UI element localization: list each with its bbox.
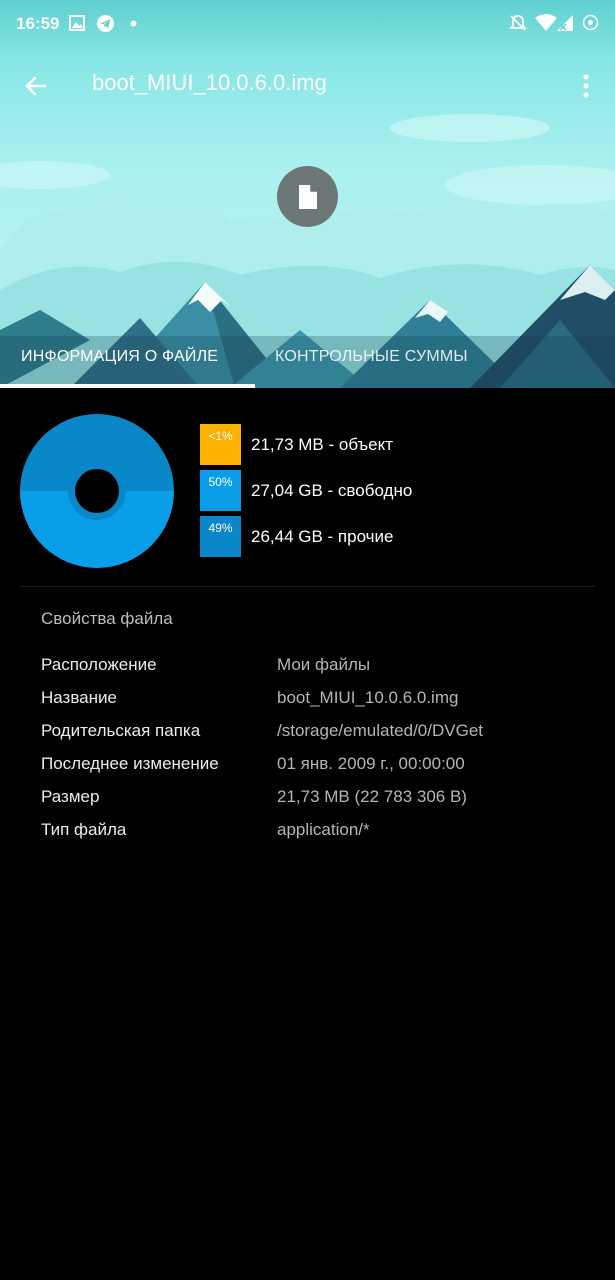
- legend-swatch: 49%: [200, 516, 241, 557]
- property-row-name: Название boot_MIUI_10.0.6.0.img: [41, 688, 601, 712]
- donut-hole: [75, 469, 119, 513]
- wifi-icon: [535, 14, 557, 31]
- header: 16:59 boot_MIUI_10.0.6.0.img ИНФОРМАЦИЯ …: [0, 0, 615, 388]
- legend-swatch: <1%: [200, 424, 241, 465]
- file-type-badge: [277, 166, 338, 227]
- signal-icon: [557, 15, 573, 31]
- legend-item-object: <1% 21,73 MB - объект: [200, 424, 393, 465]
- mute-icon: [509, 15, 527, 31]
- page-title: boot_MIUI_10.0.6.0.img: [92, 70, 327, 95]
- legend-swatch: 50%: [200, 470, 241, 511]
- property-row-modified: Последнее изменение 01 янв. 2009 г., 00:…: [41, 754, 601, 778]
- dot-icon: [130, 20, 137, 27]
- battery-icon: [582, 14, 599, 31]
- property-row-size: Размер 21,73 MB (22 783 306 B): [41, 787, 601, 811]
- properties-section-title: Свойства файла: [41, 609, 173, 628]
- gallery-icon: [69, 15, 85, 31]
- file-icon: [298, 182, 319, 209]
- tab-indicator: [0, 384, 255, 388]
- property-value: Мои файлы: [277, 655, 371, 674]
- tab-file-info[interactable]: ИНФОРМАЦИЯ О ФАЙЛЕ: [21, 348, 218, 366]
- legend-label: 27,04 GB - свободно: [251, 480, 413, 500]
- property-key: Название: [41, 688, 117, 707]
- property-row-location: Расположение Мои файлы: [41, 655, 601, 679]
- property-key: Родительская папка: [41, 721, 201, 740]
- legend-label: 21,73 MB - объект: [251, 434, 393, 454]
- legend-item-free: 50% 27,04 GB - свободно: [200, 470, 412, 511]
- property-value: /storage/emulated/0/DVGet: [277, 721, 484, 740]
- property-key: Расположение: [41, 655, 157, 674]
- more-options-icon[interactable]: [576, 72, 596, 100]
- property-value: 21,73 MB (22 783 306 B): [277, 787, 467, 806]
- property-row-parent-folder: Родительская папка /storage/emulated/0/D…: [41, 721, 601, 745]
- status-bar: 16:59: [0, 0, 615, 50]
- property-row-file-type: Тип файла application/*: [41, 820, 601, 844]
- property-key: Тип файла: [41, 820, 127, 839]
- property-value: boot_MIUI_10.0.6.0.img: [277, 688, 459, 707]
- tab-bar: ИНФОРМАЦИЯ О ФАЙЛЕ КОНТРОЛЬНЫЕ СУММЫ: [0, 336, 615, 388]
- property-key: Размер: [41, 787, 100, 806]
- property-value: application/*: [277, 820, 370, 839]
- divider: [20, 586, 595, 587]
- tab-checksums[interactable]: КОНТРОЛЬНЫЕ СУММЫ: [275, 348, 468, 366]
- back-arrow-icon[interactable]: [20, 70, 52, 102]
- legend-item-other: 49% 26,44 GB - прочие: [200, 516, 393, 557]
- storage-donut-chart: [20, 414, 174, 568]
- property-key: Последнее изменение: [41, 754, 219, 773]
- status-time: 16:59: [16, 14, 60, 33]
- property-value: 01 янв. 2009 г., 00:00:00: [277, 754, 465, 773]
- telegram-icon: [96, 14, 115, 33]
- legend-label: 26,44 GB - прочие: [251, 526, 394, 546]
